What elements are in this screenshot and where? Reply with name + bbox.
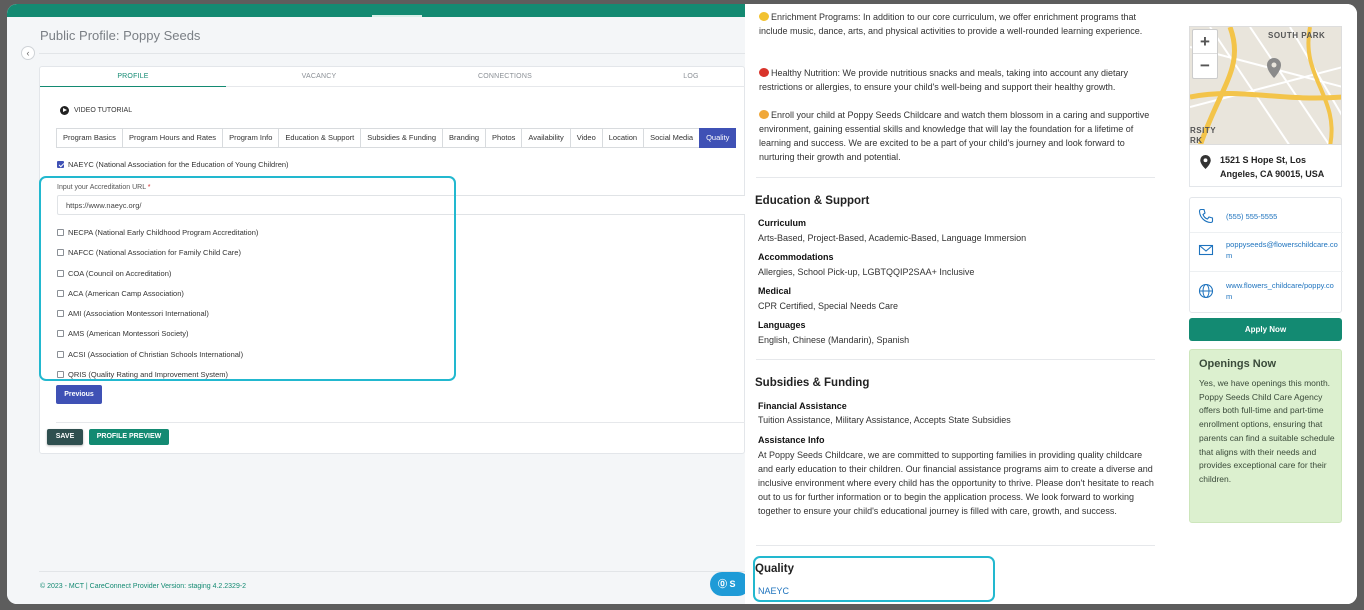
phone-icon xyxy=(1198,208,1214,224)
section-tabs: Program Basics Program Hours and Rates P… xyxy=(56,128,737,148)
website-row[interactable]: www.flowers_childcare/poppy.com xyxy=(1198,280,1343,302)
footer-divider xyxy=(39,571,745,572)
phone-row[interactable]: (555) 555-5555 xyxy=(1198,208,1343,224)
star-emoji-icon xyxy=(759,110,769,119)
address-text: 1521 S Hope St, Los Angeles, CA 90015, U… xyxy=(1220,155,1325,179)
address-box: 1521 S Hope St, Los Angeles, CA 90015, U… xyxy=(1189,145,1342,187)
zoom-out-button[interactable]: − xyxy=(1193,54,1217,78)
subtab-education-support[interactable]: Education & Support xyxy=(278,128,362,148)
top-bar-indicator xyxy=(372,15,422,17)
openings-title: Openings Now xyxy=(1199,358,1276,370)
enroll-paragraph: Enroll your child at Poppy Seeds Childca… xyxy=(759,108,1157,164)
accommodations-value: Allergies, School Pick-up, LGBTQQIP2SAA+… xyxy=(758,267,975,277)
support-fab-button[interactable]: ⓪ S xyxy=(710,572,750,596)
map-zoom-control: + − xyxy=(1192,29,1218,79)
accommodations-label: Accommodations xyxy=(758,252,834,262)
video-tutorial-label: VIDEO TUTORIAL xyxy=(74,107,133,114)
page-title: Public Profile: Poppy Seeds xyxy=(40,28,201,43)
assistance-value: At Poppy Seeds Childcare, we are committ… xyxy=(758,450,1154,516)
subtab-program-hours[interactable]: Program Hours and Rates xyxy=(121,128,224,148)
email-row[interactable]: poppyseeds@flowerschildcare.com xyxy=(1198,239,1343,261)
contact-box: (555) 555-5555 poppyseeds@flowerschildca… xyxy=(1189,197,1343,313)
section-divider xyxy=(756,359,1155,360)
website-text: www.flowers_childcare/poppy.com xyxy=(1226,281,1334,301)
nutrition-paragraph: Healthy Nutrition: We provide nutritious… xyxy=(759,66,1157,94)
map-label-rsity: RSITY xyxy=(1190,126,1217,135)
app-frame: ‹ Public Profile: Poppy Seeds PROFILE VA… xyxy=(7,4,1357,604)
video-tutorial-link[interactable]: VIDEO TUTORIAL xyxy=(60,106,132,115)
phone-text: (555) 555-5555 xyxy=(1226,211,1278,221)
contact-divider xyxy=(1190,232,1343,233)
curriculum-value: Arts-Based, Project-Based, Academic-Base… xyxy=(758,233,1027,243)
editor-pane: ‹ Public Profile: Poppy Seeds PROFILE VA… xyxy=(7,4,750,604)
tab-connections[interactable]: CONNECTIONS xyxy=(412,67,598,87)
openings-text: Yes, we have openings this month. Poppy … xyxy=(1199,378,1335,484)
globe-icon xyxy=(1198,283,1214,299)
enrichment-emoji-icon xyxy=(759,12,769,21)
medical-label: Medical xyxy=(758,286,792,296)
map-pin-icon xyxy=(1200,155,1211,169)
assistance-label: Assistance Info xyxy=(758,435,825,445)
enroll-text: Enroll your child at Poppy Seeds Childca… xyxy=(759,110,1150,162)
subsidies-heading: Subsidies & Funding xyxy=(755,377,870,389)
apple-emoji-icon xyxy=(759,68,769,77)
education-heading: Education & Support xyxy=(755,195,870,207)
card-divider xyxy=(56,422,746,423)
apply-now-button[interactable]: Apply Now xyxy=(1189,318,1342,341)
map-label-south-park: SOUTH PARK xyxy=(1268,31,1326,40)
contact-divider xyxy=(1190,271,1343,272)
section-divider xyxy=(756,545,1155,546)
financial-value: Tuition Assistance, Military Assistance,… xyxy=(758,415,1011,425)
section-divider xyxy=(756,177,1155,178)
help-circle-icon: ⓪ xyxy=(718,579,728,589)
page-edge xyxy=(1348,4,1357,604)
medical-value: CPR Certified, Special Needs Care xyxy=(758,301,899,311)
subtab-social-media[interactable]: Social Media xyxy=(643,128,701,148)
profile-preview-pane: Enrichment Programs: In addition to our … xyxy=(745,4,1357,604)
profile-preview-button[interactable]: PROFILE PREVIEW xyxy=(89,429,169,445)
email-text: poppyseeds@flowerschildcare.com xyxy=(1226,240,1338,260)
languages-label: Languages xyxy=(758,320,806,330)
subtab-video[interactable]: Video xyxy=(569,128,603,148)
subtab-branding[interactable]: Branding xyxy=(442,128,487,148)
naeyc-checkbox-row[interactable]: NAEYC (National Association for the Educ… xyxy=(57,160,289,169)
quality-highlight xyxy=(753,556,995,602)
subtab-program-basics[interactable]: Program Basics xyxy=(56,128,123,148)
fab-label: S xyxy=(729,579,736,589)
enrichment-paragraph: Enrichment Programs: In addition to our … xyxy=(759,10,1157,38)
accreditation-highlight xyxy=(39,176,456,381)
main-tabs: PROFILE VACANCY CONNECTIONS LOG xyxy=(40,67,746,87)
subtab-photos[interactable]: Photos xyxy=(485,128,523,148)
naeyc-checkbox[interactable] xyxy=(57,161,64,168)
subtab-quality[interactable]: Quality xyxy=(699,128,737,148)
location-map[interactable]: SOUTH PARK RSITY RK + − xyxy=(1189,26,1342,145)
subtab-subsidies-funding[interactable]: Subsidies & Funding xyxy=(360,128,444,148)
subtab-program-info[interactable]: Program Info xyxy=(222,128,280,148)
map-label-rk: RK xyxy=(1190,136,1203,145)
curriculum-label: Curriculum xyxy=(758,218,807,228)
openings-box: Openings Now Yes, we have openings this … xyxy=(1189,349,1342,523)
title-divider xyxy=(39,53,745,54)
zoom-in-button[interactable]: + xyxy=(1193,30,1217,54)
footer-version: © 2023 - MCT | CareConnect Provider Vers… xyxy=(40,583,247,590)
save-button[interactable]: SAVE xyxy=(47,429,83,445)
tab-vacancy[interactable]: VACANCY xyxy=(226,67,412,87)
previous-button[interactable]: Previous xyxy=(56,385,102,404)
sidebar-collapse-button[interactable]: ‹ xyxy=(21,46,35,60)
languages-value: English, Chinese (Mandarin), Spanish xyxy=(758,335,910,345)
subtab-location[interactable]: Location xyxy=(601,128,645,148)
play-circle-icon xyxy=(60,106,69,115)
enrichment-text: Enrichment Programs: In addition to our … xyxy=(759,12,1143,36)
naeyc-label: NAEYC (National Association for the Educ… xyxy=(68,160,289,169)
subtab-availability[interactable]: Availability xyxy=(521,128,571,148)
nutrition-text: Healthy Nutrition: We provide nutritious… xyxy=(759,68,1129,92)
financial-label: Financial Assistance xyxy=(758,401,847,411)
envelope-icon xyxy=(1198,244,1214,256)
tab-profile[interactable]: PROFILE xyxy=(40,67,226,87)
